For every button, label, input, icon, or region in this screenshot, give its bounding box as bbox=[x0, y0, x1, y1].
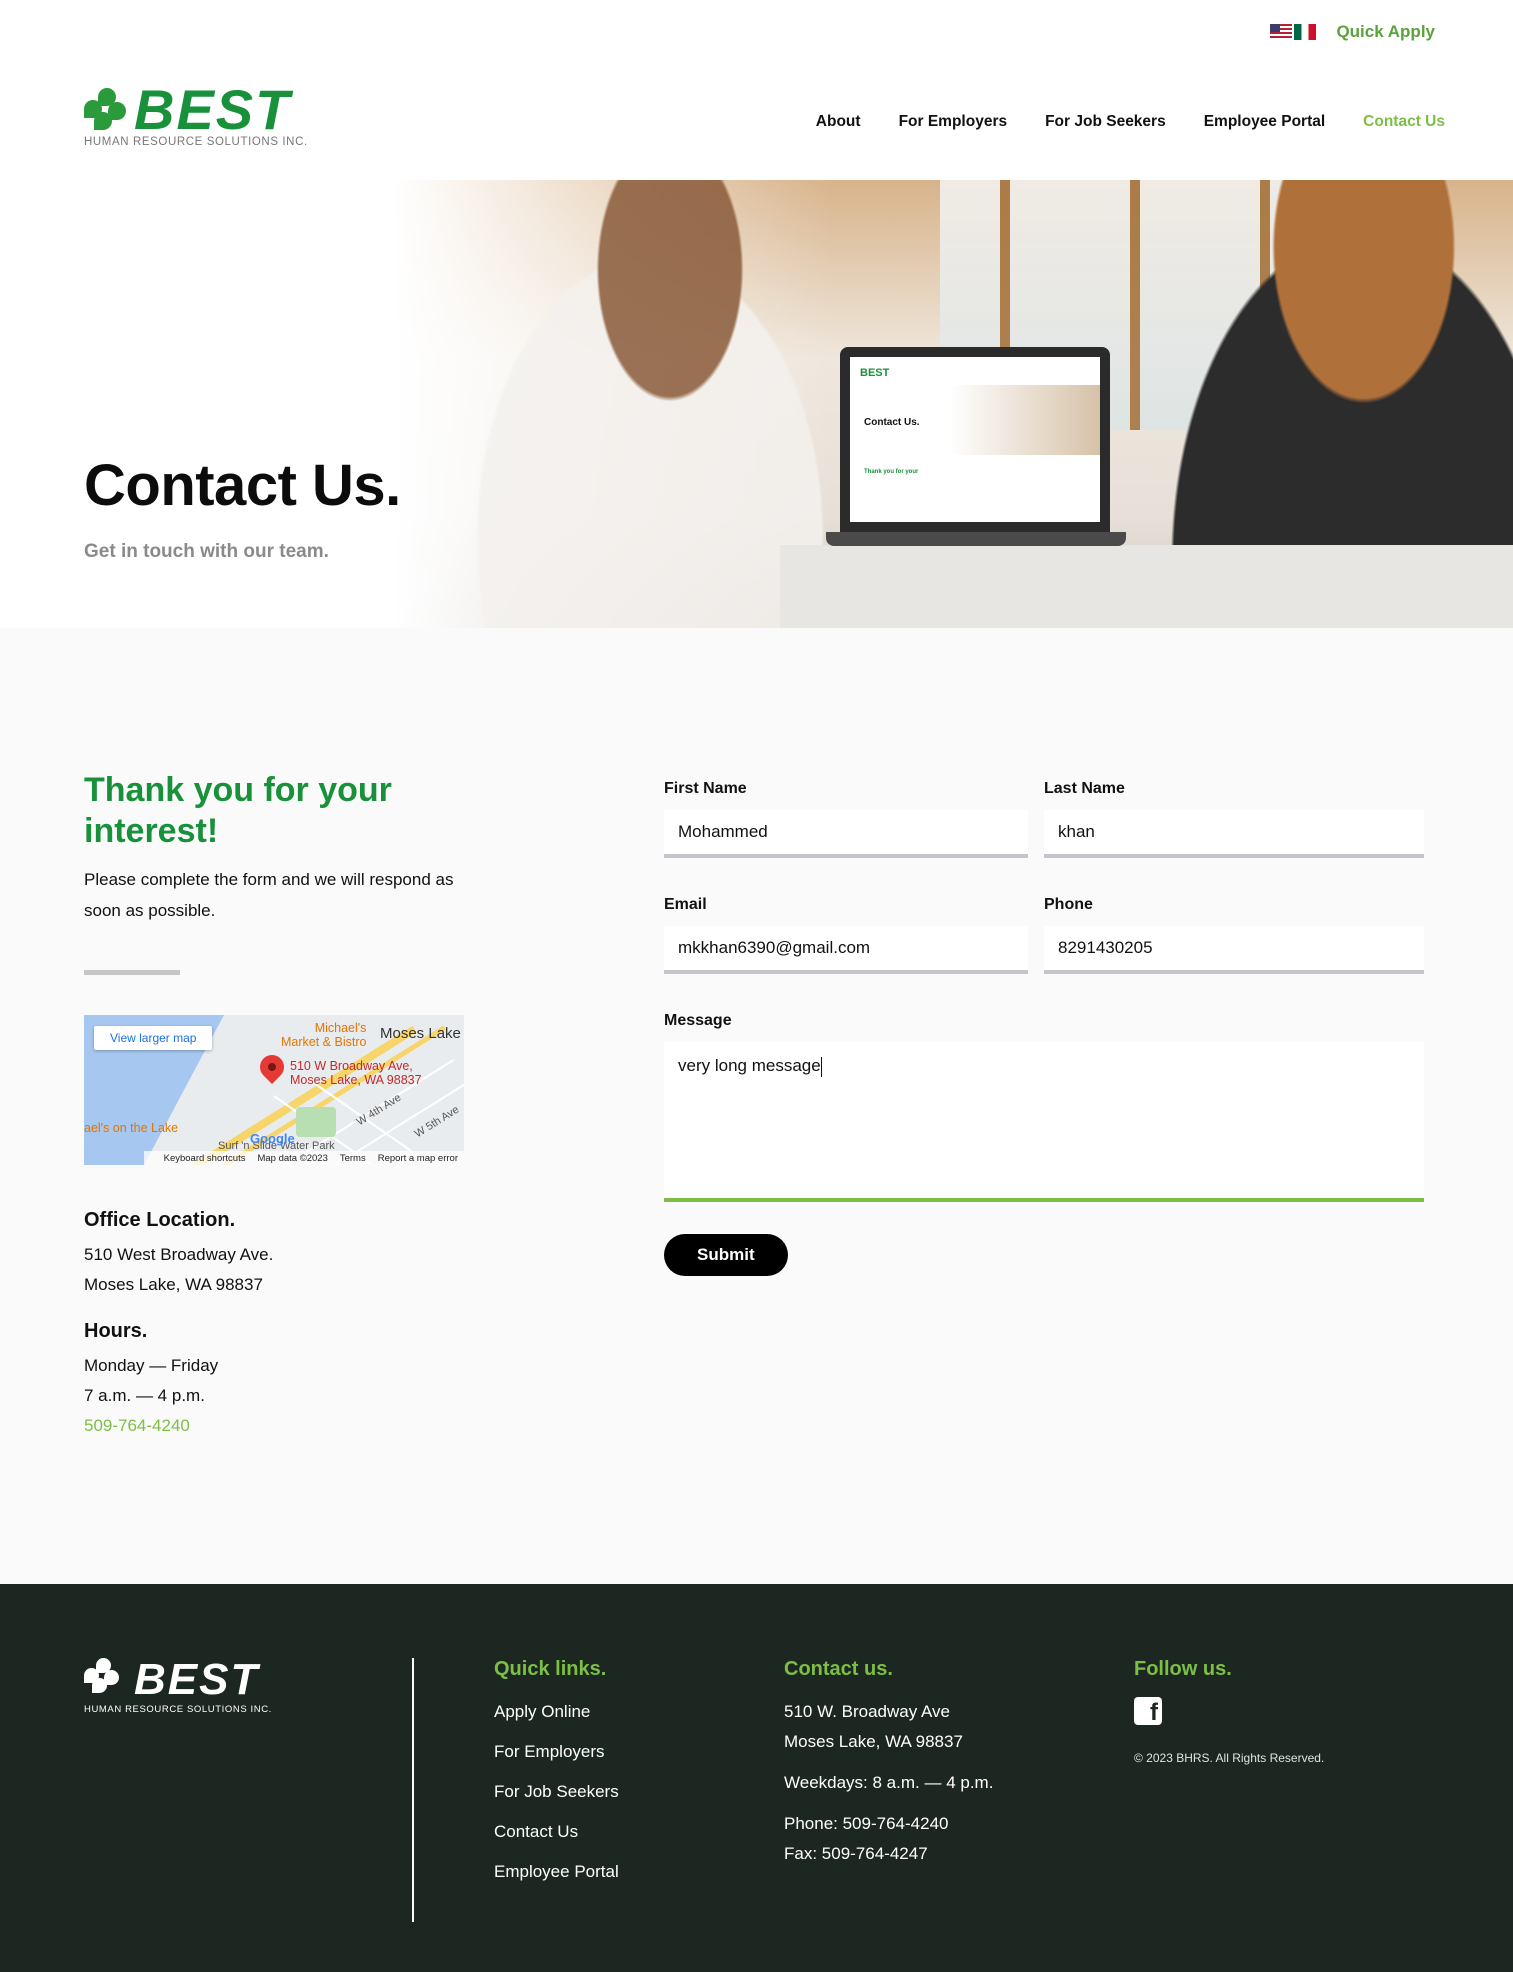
message-textarea[interactable]: very long message bbox=[664, 1042, 1424, 1202]
last-name-field: Last Name khan bbox=[1044, 780, 1424, 858]
hours-title: Hours. bbox=[84, 1320, 148, 1342]
footer-logo[interactable]: BEST HUMAN RESOURCE SOLUTIONS INC. bbox=[84, 1658, 272, 1715]
map-keyboard-shortcuts-link[interactable]: Keyboard shortcuts bbox=[164, 1153, 246, 1164]
logo-subtitle: HUMAN RESOURCE SOLUTIONS INC. bbox=[84, 136, 308, 148]
last-name-input[interactable]: khan bbox=[1044, 810, 1424, 858]
phone-label: Phone bbox=[1044, 896, 1093, 913]
footer-quick-links: Quick links. Apply Online For Employers … bbox=[494, 1658, 619, 1897]
main-nav: About For Employers For Job Seekers Empl… bbox=[816, 113, 1445, 131]
facebook-icon[interactable] bbox=[1134, 1697, 1162, 1727]
office-address-line1: 510 West Broadway Ave. bbox=[84, 1245, 274, 1264]
map-attribution: Keyboard shortcuts Map data ©2023 Terms … bbox=[144, 1151, 464, 1165]
phone-field: Phone 8291430205 bbox=[1044, 896, 1424, 974]
office-address-line2: Moses Lake, WA 98837 bbox=[84, 1275, 263, 1294]
map-city-label: Moses Lake bbox=[380, 1025, 461, 1042]
nav-contact-us[interactable]: Contact Us bbox=[1363, 113, 1445, 131]
hero-laptop-image: BEST Contact Us. Thank you for your bbox=[840, 347, 1110, 532]
email-field: Email mkkhan6390@gmail.com bbox=[664, 896, 1028, 974]
footer-address2: Moses Lake, WA 98837 bbox=[784, 1732, 963, 1751]
laptop-screen-text: Thank you for your bbox=[864, 469, 919, 475]
last-name-label: Last Name bbox=[1044, 780, 1125, 797]
contact-section: Thank you for your interest! Please comp… bbox=[0, 628, 1513, 1584]
footer-fax: Fax: 509-764-4247 bbox=[784, 1844, 928, 1863]
first-name-field: First Name Mohammed bbox=[664, 780, 1028, 858]
site-header: BEST HUMAN RESOURCE SOLUTIONS INC. About… bbox=[84, 78, 1445, 148]
language-selector bbox=[1270, 24, 1317, 40]
message-field: Message very long message bbox=[664, 1012, 1424, 1202]
hero-table-image bbox=[780, 545, 1513, 628]
hero-banner: BEST Contact Us. Thank you for your Cont… bbox=[0, 180, 1513, 628]
google-logo: Google bbox=[250, 1131, 295, 1146]
footer-follow: Follow us. © 2023 BHRS. All Rights Reser… bbox=[1134, 1658, 1324, 1767]
map-poi-label: Michael's Market & Bistro bbox=[281, 1021, 367, 1049]
hero-text: Contact Us. Get in touch with our team. bbox=[84, 452, 401, 563]
message-label: Message bbox=[664, 1012, 732, 1029]
map-address-label: 510 W Broadway Ave, Moses Lake, WA 98837 bbox=[290, 1059, 422, 1087]
quick-apply-link[interactable]: Quick Apply bbox=[1336, 22, 1435, 42]
footer-hours: Weekdays: 8 a.m. — 4 p.m. bbox=[784, 1773, 994, 1792]
embedded-map[interactable]: View larger map Michael's Market & Bistro… bbox=[84, 1015, 464, 1165]
view-larger-map-button[interactable]: View larger map bbox=[94, 1026, 213, 1050]
nav-about[interactable]: About bbox=[816, 113, 861, 131]
map-data-text: Map data ©2023 bbox=[257, 1152, 328, 1164]
map-park-area bbox=[296, 1107, 336, 1137]
page-title: Contact Us. bbox=[84, 453, 401, 518]
footer-contact: Contact us. 510 W. Broadway Ave Moses La… bbox=[784, 1658, 993, 1869]
map-report-error-link[interactable]: Report a map error bbox=[378, 1153, 458, 1164]
footer-phone[interactable]: Phone: 509-764-4240 bbox=[784, 1809, 993, 1839]
map-street-label: W 5th Ave bbox=[412, 1103, 462, 1141]
footer-logo-word: BEST bbox=[134, 1655, 260, 1704]
footer-divider bbox=[412, 1658, 414, 1922]
us-flag-icon[interactable] bbox=[1270, 24, 1293, 40]
email-label: Email bbox=[664, 896, 707, 913]
logo-mark-icon bbox=[84, 88, 128, 132]
intro-title: Thank you for your interest! bbox=[84, 771, 392, 850]
map-street-label: W 4th Ave bbox=[354, 1091, 404, 1129]
office-phone-link[interactable]: 509-764-4240 bbox=[84, 1411, 464, 1441]
footer-link-employee-portal[interactable]: Employee Portal bbox=[494, 1857, 619, 1887]
footer-link-for-employers[interactable]: For Employers bbox=[494, 1737, 619, 1767]
map-terms-link[interactable]: Terms bbox=[340, 1153, 366, 1164]
utility-bar: Quick Apply bbox=[1270, 22, 1435, 42]
first-name-label: First Name bbox=[664, 780, 747, 797]
site-logo[interactable]: BEST HUMAN RESOURCE SOLUTIONS INC. bbox=[84, 78, 308, 148]
page-subtitle: Get in touch with our team. bbox=[84, 541, 329, 562]
laptop-screen-title: Contact Us. bbox=[864, 417, 920, 428]
hours-time: 7 a.m. — 4 p.m. bbox=[84, 1386, 205, 1405]
intro-text: Please complete the form and we will res… bbox=[84, 870, 454, 920]
hours-days: Monday — Friday bbox=[84, 1356, 219, 1375]
map-pin-icon[interactable] bbox=[255, 1050, 289, 1084]
hero-laptop-base bbox=[826, 532, 1126, 546]
nav-for-job-seekers[interactable]: For Job Seekers bbox=[1045, 113, 1166, 131]
submit-button[interactable]: Submit bbox=[664, 1234, 788, 1276]
email-input[interactable]: mkkhan6390@gmail.com bbox=[664, 926, 1028, 974]
first-name-input[interactable]: Mohammed bbox=[664, 810, 1028, 858]
mexico-flag-icon[interactable] bbox=[1294, 24, 1317, 40]
nav-employee-portal[interactable]: Employee Portal bbox=[1204, 113, 1325, 131]
footer-link-apply-online[interactable]: Apply Online bbox=[494, 1697, 619, 1727]
copyright-text: © 2023 BHRS. All Rights Reserved. bbox=[1134, 1751, 1325, 1765]
contact-us-title: Contact us. bbox=[784, 1658, 893, 1680]
footer-logo-mark-icon bbox=[84, 1658, 128, 1702]
follow-us-title: Follow us. bbox=[1134, 1658, 1232, 1680]
contact-info-column: Thank you for your interest! Please comp… bbox=[84, 770, 464, 1441]
nav-for-employers[interactable]: For Employers bbox=[899, 113, 1008, 131]
text-cursor bbox=[820, 1056, 822, 1077]
contact-form: First Name Mohammed Last Name khan Email… bbox=[664, 780, 1424, 1276]
footer-address1: 510 W. Broadway Ave bbox=[784, 1702, 951, 1721]
message-text: very long message bbox=[678, 1056, 821, 1075]
quick-links-title: Quick links. bbox=[494, 1658, 607, 1680]
logo-word: BEST bbox=[134, 78, 292, 141]
map-lake-label: ael's on the Lake bbox=[84, 1121, 179, 1135]
phone-input[interactable]: 8291430205 bbox=[1044, 926, 1424, 974]
section-divider bbox=[84, 970, 180, 975]
footer-link-contact-us[interactable]: Contact Us bbox=[494, 1817, 619, 1847]
footer-link-for-job-seekers[interactable]: For Job Seekers bbox=[494, 1777, 619, 1807]
footer-logo-subtitle: HUMAN RESOURCE SOLUTIONS INC. bbox=[84, 1704, 272, 1715]
laptop-screen-logo: BEST bbox=[860, 367, 890, 379]
site-footer: BEST HUMAN RESOURCE SOLUTIONS INC. Quick… bbox=[0, 1584, 1513, 1972]
office-location-title: Office Location. bbox=[84, 1209, 236, 1231]
